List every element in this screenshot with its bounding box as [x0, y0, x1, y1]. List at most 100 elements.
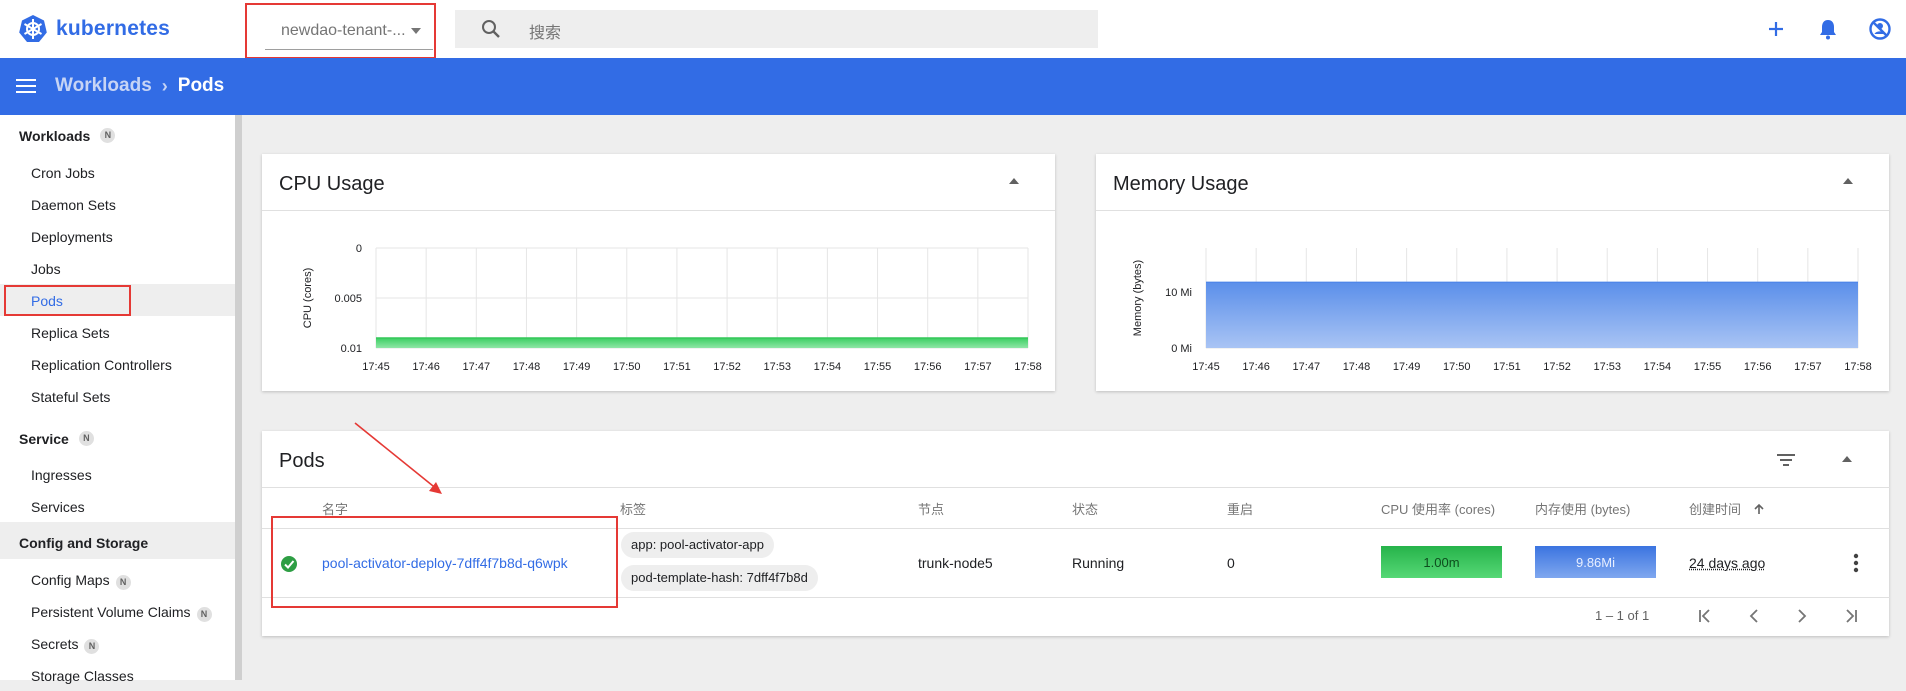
sidebar-item-label: Replica Sets: [31, 325, 110, 341]
col-created-label: 创建时间: [1689, 502, 1742, 517]
series-area: [376, 338, 1028, 348]
sidebar-scrollbar[interactable]: [235, 115, 242, 680]
col-restarts: 重启: [1227, 502, 1254, 517]
x-tick-label: 17:45: [362, 361, 390, 373]
sidebar-item-storage-classes[interactable]: Storage Classes: [0, 659, 235, 691]
plus-icon: [1769, 22, 1783, 36]
notifications-button[interactable]: [1802, 14, 1854, 44]
x-tick-label: 17:46: [1242, 361, 1270, 373]
x-tick-label: 17:50: [613, 361, 641, 373]
sidebar-item-jobs[interactable]: Jobs: [0, 252, 235, 284]
sidebar-section-config-and-storage[interactable]: Config and Storage: [0, 522, 235, 559]
y-tick-label: 0: [356, 243, 362, 255]
collapse-icon[interactable]: [1842, 456, 1852, 462]
x-tick-label: 17:56: [1744, 361, 1772, 373]
col-memory: 内存使用 (bytes): [1535, 502, 1631, 517]
more-vert-icon[interactable]: [1853, 553, 1859, 573]
namespaced-badge: N: [196, 607, 212, 622]
sidebar-item-stateful-sets[interactable]: Stateful Sets: [0, 380, 235, 412]
sidebar-item-cron-jobs[interactable]: Cron Jobs: [0, 156, 235, 188]
sort-arrow-up-icon[interactable]: [1753, 503, 1765, 515]
namespaced-badge: N: [100, 128, 116, 143]
no-access-icon: [1869, 18, 1891, 40]
x-tick-label: 17:56: [914, 361, 942, 373]
x-tick-label: 17:51: [663, 361, 691, 373]
sidebar-item-deployments[interactable]: Deployments: [0, 220, 235, 252]
col-created[interactable]: 创建时间: [1689, 499, 1765, 518]
cpu-value: 1.00m: [1423, 554, 1460, 570]
series-area: [1206, 282, 1858, 348]
prev-page-button[interactable]: [1742, 604, 1766, 628]
last-page-icon: [1846, 609, 1857, 623]
x-tick-label: 17:49: [1393, 361, 1421, 373]
sidebar-item-label: Cron Jobs: [31, 165, 95, 181]
sidebar-item-daemon-sets[interactable]: Daemon Sets: [0, 188, 235, 220]
cpu-usage-card: CPU Usage 17:45 17:46 17:47 17:48 17:49 17:50…: [262, 154, 1055, 391]
sidebar-item-label: Persistent Volume Claims: [31, 604, 191, 620]
create-button[interactable]: [1750, 14, 1802, 44]
memory-usage-card: Memory Usage 17:45 17:46 17:47 17:48 17:49 17…: [1096, 154, 1889, 391]
x-tick-label: 17:58: [1844, 361, 1872, 373]
collapse-icon[interactable]: [1843, 178, 1853, 184]
x-tick-label: 17:57: [1794, 361, 1822, 373]
sidebar-item-services[interactable]: Services: [0, 490, 235, 522]
x-tick-label: 17:47: [463, 361, 491, 373]
sidebar-item-label: Stateful Sets: [31, 389, 111, 405]
sidebar-item-persistent-volume-claims[interactable]: Persistent Volume Claims N: [0, 595, 235, 627]
pod-created[interactable]: 24 days ago: [1689, 555, 1765, 571]
col-labels: 标签: [620, 502, 647, 517]
sidebar-item-replica-sets[interactable]: Replica Sets: [0, 316, 235, 348]
bell-icon: [1820, 20, 1836, 40]
pod-name-highlight-box: [271, 516, 618, 608]
x-tick-label: 17:58: [1014, 361, 1042, 373]
namespaced-badge: N: [78, 431, 94, 446]
sidebar: Workloads N Cron Jobs Daemon Sets Deployment…: [0, 115, 235, 684]
next-page-button[interactable]: [1790, 604, 1814, 628]
menu-icon[interactable]: [16, 78, 38, 94]
y-axis-label: CPU (cores): [302, 268, 314, 329]
sidebar-item-label: Daemon Sets: [31, 197, 116, 213]
header-divider: [262, 487, 1890, 488]
pods-card-title: Pods: [279, 450, 325, 472]
namespaced-badge: N: [115, 575, 131, 590]
breadcrumb-pods: Pods: [177, 75, 225, 96]
kubernetes-logo-icon: [19, 15, 47, 42]
sidebar-item-replication-controllers[interactable]: Replication Controllers: [0, 348, 235, 380]
cpu-card-title: CPU Usage: [279, 173, 385, 195]
sidebar-item-label: Storage Classes: [31, 668, 134, 684]
x-tick-label: 17:52: [713, 361, 741, 373]
cpu-chart-svg: 17:45 17:46 17:47 17:48 17:49 17:50 17:51 17:52…: [302, 243, 1042, 373]
collapse-icon[interactable]: [1009, 178, 1019, 184]
sidebar-section-workloads[interactable]: Workloads N: [0, 115, 235, 152]
x-tick-label: 17:46: [412, 361, 440, 373]
search-input[interactable]: 搜索: [529, 19, 561, 43]
y-tick-label: 0.01: [341, 343, 362, 355]
search-bar[interactable]: 搜索: [455, 10, 1098, 48]
filter-icon[interactable]: [1776, 452, 1796, 468]
pods-nav-highlight-box: [4, 285, 131, 316]
x-tick-label: 17:45: [1192, 361, 1220, 373]
chevron-right-icon: [1798, 609, 1807, 623]
logo[interactable]: kubernetes: [18, 14, 170, 44]
sidebar-item-label: Ingresses: [31, 467, 92, 483]
chevron-left-icon: [1749, 609, 1758, 623]
sidebar-item-secrets[interactable]: Secrets N: [0, 627, 235, 659]
label-chip: app: pool-activator-app: [621, 532, 774, 558]
logout-button[interactable]: [1854, 14, 1906, 44]
col-status: 状态: [1072, 502, 1099, 517]
x-tick-label: 17:48: [1343, 361, 1371, 373]
sidebar-item-config-maps[interactable]: Config Maps N: [0, 563, 235, 595]
memory-value: 9.86Mi: [1575, 554, 1616, 570]
last-page-button[interactable]: [1838, 604, 1862, 628]
sidebar-section-label: Service: [19, 431, 69, 447]
col-node: 节点: [918, 502, 945, 517]
sidebar-item-ingresses[interactable]: Ingresses: [0, 458, 235, 490]
breadcrumb-workloads[interactable]: Workloads: [55, 75, 152, 97]
y-tick-label: 10 Mi: [1165, 287, 1192, 299]
pagination-range: 1 – 1 of 1: [1595, 608, 1650, 623]
sidebar-section-service[interactable]: Service N: [0, 418, 235, 455]
toolbar: Workloads › Pods: [0, 58, 1906, 115]
sidebar-item-label: Jobs: [31, 261, 61, 277]
namespaced-badge: N: [84, 639, 100, 654]
first-page-button[interactable]: [1694, 604, 1718, 628]
